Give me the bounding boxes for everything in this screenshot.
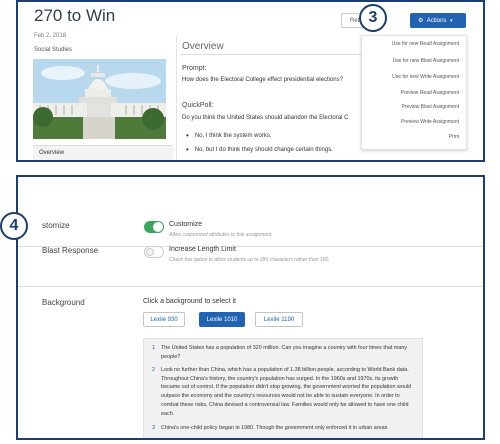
assignment-date: Feb 2, 2018 xyxy=(34,33,67,39)
gear-icon: ⚙ xyxy=(418,18,424,24)
overview-heading: Overview xyxy=(182,41,224,52)
paragraph: 3 China's one-child policy began in 1980… xyxy=(152,424,414,433)
lexile-1010-button[interactable]: Lexile 1010 xyxy=(199,312,245,327)
background-label: Background xyxy=(42,298,85,307)
poll-option: No, I think the system works. xyxy=(186,131,272,140)
menu-item-preview-write[interactable]: Preview Write Assignment xyxy=(401,119,459,125)
actions-dropdown-menu: Use for new Read Assignment Use for new … xyxy=(361,35,467,150)
assignment-panel: 270 to Win Feb 2, 2018 Social Studies Ov… xyxy=(16,0,485,162)
paragraph: 1 The United States has a population of … xyxy=(152,344,414,361)
paragraph-number: 1 xyxy=(152,345,155,351)
quickpoll-text: Do you think the United States should ab… xyxy=(182,115,349,121)
length-limit-title: Increase Length Limit xyxy=(169,246,236,253)
paragraph-text: The United States has a population of 32… xyxy=(161,345,408,360)
customize-title: Customize xyxy=(169,221,203,228)
row-divider xyxy=(18,286,483,287)
chevron-down-icon: ▾ xyxy=(450,18,453,24)
actions-label: Actions xyxy=(426,18,447,24)
menu-item-preview-read[interactable]: Preview Read Assignment xyxy=(401,90,459,96)
blast-response-label: Blast Response xyxy=(42,246,99,255)
menu-item-use-blast[interactable]: Use for new Blast Assignment xyxy=(393,58,459,64)
customize-description: Allow customized attributes to this assi… xyxy=(169,232,273,238)
sidebar-item-overview[interactable]: Overview xyxy=(33,145,173,160)
lexile-930-button[interactable]: Lexile 930 xyxy=(143,312,185,327)
page-title: 270 to Win xyxy=(34,6,116,25)
overview-divider xyxy=(181,54,371,55)
capitol-image xyxy=(33,59,166,139)
length-limit-toggle[interactable] xyxy=(144,246,164,258)
actions-button[interactable]: ⚙ Actions ▾ xyxy=(410,13,466,28)
length-limit-description: Check this option to allow students up t… xyxy=(169,257,330,263)
paragraph: 2 Look no further than China, which has … xyxy=(152,366,414,418)
customize-row-label: stomize xyxy=(42,221,70,230)
menu-item-print[interactable]: Print xyxy=(449,134,459,140)
column-divider xyxy=(176,36,177,160)
toggle-knob xyxy=(153,222,163,232)
poll-option: No, but I do think they should change ce… xyxy=(186,145,333,154)
background-instruction: Click a background to select it xyxy=(143,298,236,305)
menu-item-preview-blast[interactable]: Preview Blast Assignment xyxy=(401,104,459,110)
lexile-1190-button[interactable]: Lexile 1190 xyxy=(255,312,303,327)
settings-panel: stomize Customize Allow customized attri… xyxy=(16,175,485,440)
menu-item-use-read[interactable]: Use for new Read Assignment xyxy=(392,41,459,47)
paragraph-number: 2 xyxy=(152,367,155,373)
paragraph-text: China's one-child policy began in 1980. … xyxy=(161,425,388,431)
prompt-text: How does the Electoral College effect pr… xyxy=(182,77,343,83)
callout-badge: 3 xyxy=(359,4,387,32)
menu-item-use-write[interactable]: Use for new Write Assignment xyxy=(392,74,459,80)
callout-badge: 4 xyxy=(0,212,28,240)
toggle-knob xyxy=(146,248,154,256)
subject-label: Social Studies xyxy=(34,47,73,53)
customize-toggle[interactable] xyxy=(144,221,164,233)
prompt-label: Prompt: xyxy=(182,65,207,72)
quickpoll-label: QuickPoll: xyxy=(182,102,214,109)
background-text-box: 1 The United States has a population of … xyxy=(143,338,423,438)
paragraph-number: 3 xyxy=(152,425,155,431)
paragraph-text: Look no further than China, which has a … xyxy=(161,367,412,417)
